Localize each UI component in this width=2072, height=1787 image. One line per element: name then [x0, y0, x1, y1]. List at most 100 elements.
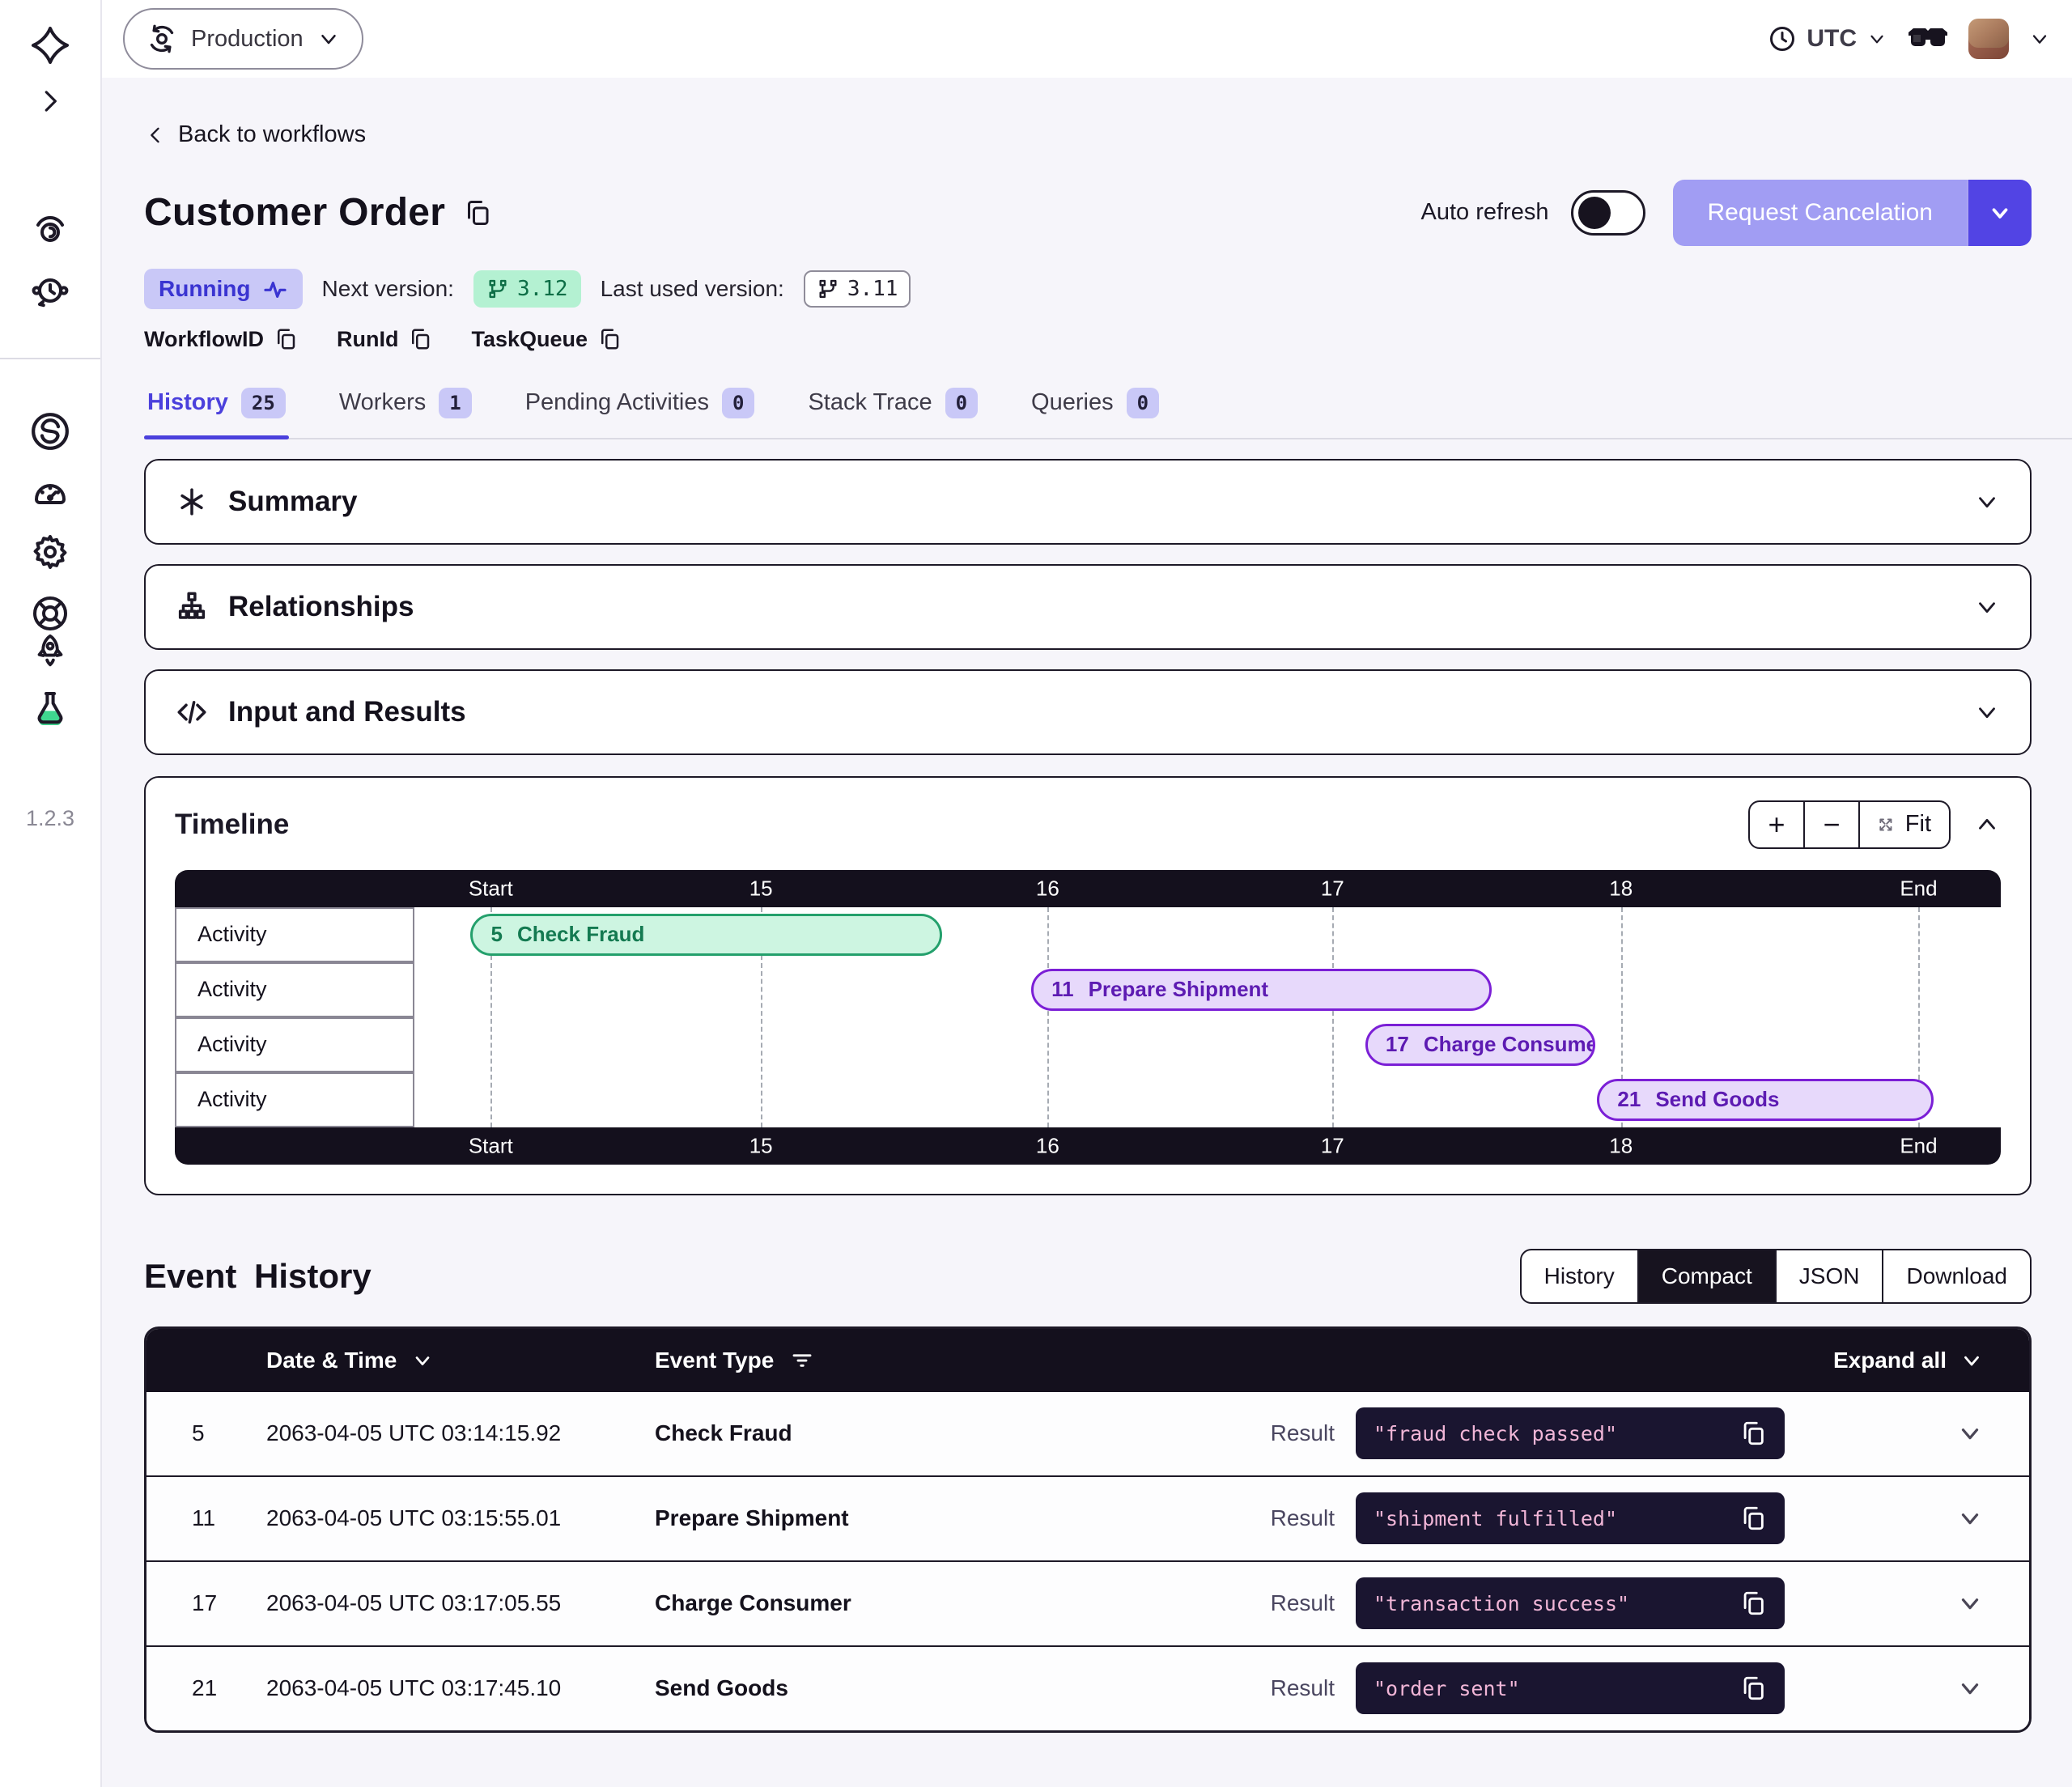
event-timestamp: 2063-04-05 UTC 03:17:05.55 [266, 1590, 655, 1616]
row-expand-chevron-icon[interactable] [1956, 1505, 1984, 1532]
namespace-switcher[interactable]: Production [123, 8, 363, 70]
asterisk-icon [175, 485, 209, 519]
back-to-workflows-link[interactable]: Back to workflows [144, 121, 366, 148]
workflow-id-label: WorkflowID [144, 327, 264, 352]
timeline-bar-check-fraud[interactable]: 5 Check Fraud [470, 914, 941, 956]
fit-label: Fit [1905, 811, 1931, 838]
chevron-down-icon[interactable] [1973, 698, 2001, 726]
view-history-button[interactable]: History [1522, 1250, 1639, 1302]
code-icon [175, 695, 209, 729]
chevron-down-icon[interactable] [1973, 593, 2001, 621]
last-used-version-badge: 3.11 [804, 270, 911, 308]
bar-label: Charge Consumer [1424, 1032, 1595, 1057]
expand-all-button[interactable]: Expand all [1833, 1348, 1984, 1373]
copy-icon[interactable] [1739, 1675, 1767, 1702]
bar-label: Send Goods [1655, 1087, 1779, 1112]
timeline-chart: Start 15 16 17 18 End Activity Activity … [175, 870, 2001, 1165]
nexus-icon[interactable] [30, 411, 70, 452]
chevron-down-icon [1959, 1348, 1984, 1373]
view-compact-button[interactable]: Compact [1639, 1250, 1777, 1302]
fit-button[interactable]: Fit [1860, 802, 1949, 847]
tab-count-badge: 25 [241, 388, 286, 418]
tab-count-badge: 0 [945, 388, 978, 418]
tab-history[interactable]: History 25 [144, 376, 289, 438]
collapse-chevron-up-icon[interactable] [1973, 811, 2001, 838]
rail-divider [0, 358, 100, 359]
workflows-icon[interactable] [31, 210, 70, 249]
request-cancelation-button[interactable]: Request Cancelation [1673, 180, 2032, 246]
chevron-down-icon [316, 27, 341, 51]
event-type-column-header[interactable]: Event Type [655, 1348, 1833, 1373]
workflow-tabs: History 25 Workers 1 Pending Activities … [144, 376, 2072, 439]
tab-pending-activities[interactable]: Pending Activities 0 [522, 376, 758, 438]
labs-flask-icon[interactable] [31, 690, 70, 728]
support-ring-icon[interactable] [31, 594, 70, 633]
codec-glasses-icon[interactable] [1907, 23, 1949, 55]
axis-tick: Start [469, 876, 513, 901]
usage-gauge-icon[interactable] [31, 473, 70, 511]
sort-chevron-icon [411, 1349, 434, 1372]
copy-icon[interactable] [1739, 1420, 1767, 1447]
timezone-selector[interactable]: UTC [1768, 24, 1887, 53]
axis-tick: 18 [1609, 876, 1633, 901]
timeline-body: Activity Activity Activity Activity 5 Ch… [175, 907, 2001, 1127]
workflow-detail-page: Back to workflows Customer Order Auto re… [102, 78, 2072, 1787]
gridline [1332, 907, 1334, 1127]
branch-icon [486, 278, 509, 300]
copy-icon[interactable] [1739, 1505, 1767, 1532]
namespace-icon [146, 23, 178, 55]
temporal-logo-icon[interactable] [31, 26, 70, 65]
workflow-id-copy[interactable]: WorkflowID [144, 327, 298, 352]
cancel-options-chevron[interactable] [1967, 180, 2032, 246]
date-time-column-header[interactable]: Date & Time [266, 1348, 655, 1373]
next-version-value: 3.12 [517, 277, 568, 301]
event-type: Check Fraud [655, 1420, 1271, 1446]
rail-expand-chevron-icon[interactable] [35, 86, 66, 117]
event-row-charge-consumer[interactable]: 17 2063-04-05 UTC 03:17:05.55 Charge Con… [146, 1560, 2029, 1645]
result-value: "order sent" [1374, 1677, 1520, 1700]
summary-section[interactable]: Summary [144, 459, 2032, 545]
input-results-section[interactable]: Input and Results [144, 669, 2032, 755]
result-label: Result [1271, 1505, 1335, 1531]
chevron-down-icon[interactable] [1973, 488, 2001, 516]
copy-title-icon[interactable] [463, 198, 492, 227]
auto-refresh-toggle[interactable] [1571, 190, 1645, 236]
user-menu-chevron-icon[interactable] [2028, 28, 2051, 50]
status-row: Running Next version: 3.12 Last used ver… [144, 269, 2032, 309]
row-expand-chevron-icon[interactable] [1956, 1420, 1984, 1447]
event-row-check-fraud[interactable]: 5 2063-04-05 UTC 03:14:15.92 Check Fraud… [146, 1392, 2029, 1475]
result-label: Result [1271, 1590, 1335, 1616]
user-avatar[interactable] [1968, 19, 2009, 59]
zoom-in-button[interactable]: + [1750, 802, 1805, 847]
schedules-icon[interactable] [31, 272, 70, 311]
result-code-pill: "order sent" [1356, 1662, 1785, 1714]
event-row-prepare-shipment[interactable]: 11 2063-04-05 UTC 03:15:55.01 Prepare Sh… [146, 1475, 2029, 1560]
event-timestamp: 2063-04-05 UTC 03:14:15.92 [266, 1420, 655, 1446]
request-cancelation-label[interactable]: Request Cancelation [1673, 180, 1967, 246]
settings-gear-icon[interactable] [31, 533, 70, 571]
task-queue-copy[interactable]: TaskQueue [471, 327, 622, 352]
tab-queries[interactable]: Queries 0 [1028, 376, 1162, 438]
zoom-out-button[interactable]: − [1805, 802, 1860, 847]
row-expand-chevron-icon[interactable] [1956, 1590, 1984, 1617]
result-value: "fraud check passed" [1374, 1422, 1617, 1445]
event-timestamp: 2063-04-05 UTC 03:15:55.01 [266, 1505, 655, 1531]
axis-tick: 16 [1036, 1133, 1059, 1158]
getting-started-rocket-icon[interactable] [32, 633, 69, 670]
timeline-bar-send-goods[interactable]: 21 Send Goods [1597, 1079, 1933, 1121]
tab-stack-trace[interactable]: Stack Trace 0 [805, 376, 981, 438]
timeline-axis-top: Start 15 16 17 18 End [175, 870, 2001, 907]
row-expand-chevron-icon[interactable] [1956, 1675, 1984, 1702]
timeline-bar-prepare-shipment[interactable]: 11 Prepare Shipment [1031, 969, 1492, 1011]
copy-icon[interactable] [1739, 1590, 1767, 1617]
last-used-version-value: 3.11 [847, 277, 898, 301]
timeline-bar-charge-consumer[interactable]: 17 Charge Consumer [1365, 1024, 1595, 1066]
view-json-button[interactable]: JSON [1777, 1250, 1884, 1302]
event-row-send-goods[interactable]: 21 2063-04-05 UTC 03:17:45.10 Send Goods… [146, 1645, 2029, 1730]
download-button[interactable]: Download [1883, 1250, 2030, 1302]
event-history-table: Date & Time Event Type Expand all 5 2063… [144, 1326, 2032, 1733]
run-id-copy[interactable]: RunId [337, 327, 432, 352]
event-history-title: Event History [144, 1257, 372, 1296]
relationships-section[interactable]: Relationships [144, 564, 2032, 650]
tab-workers[interactable]: Workers 1 [336, 376, 475, 438]
